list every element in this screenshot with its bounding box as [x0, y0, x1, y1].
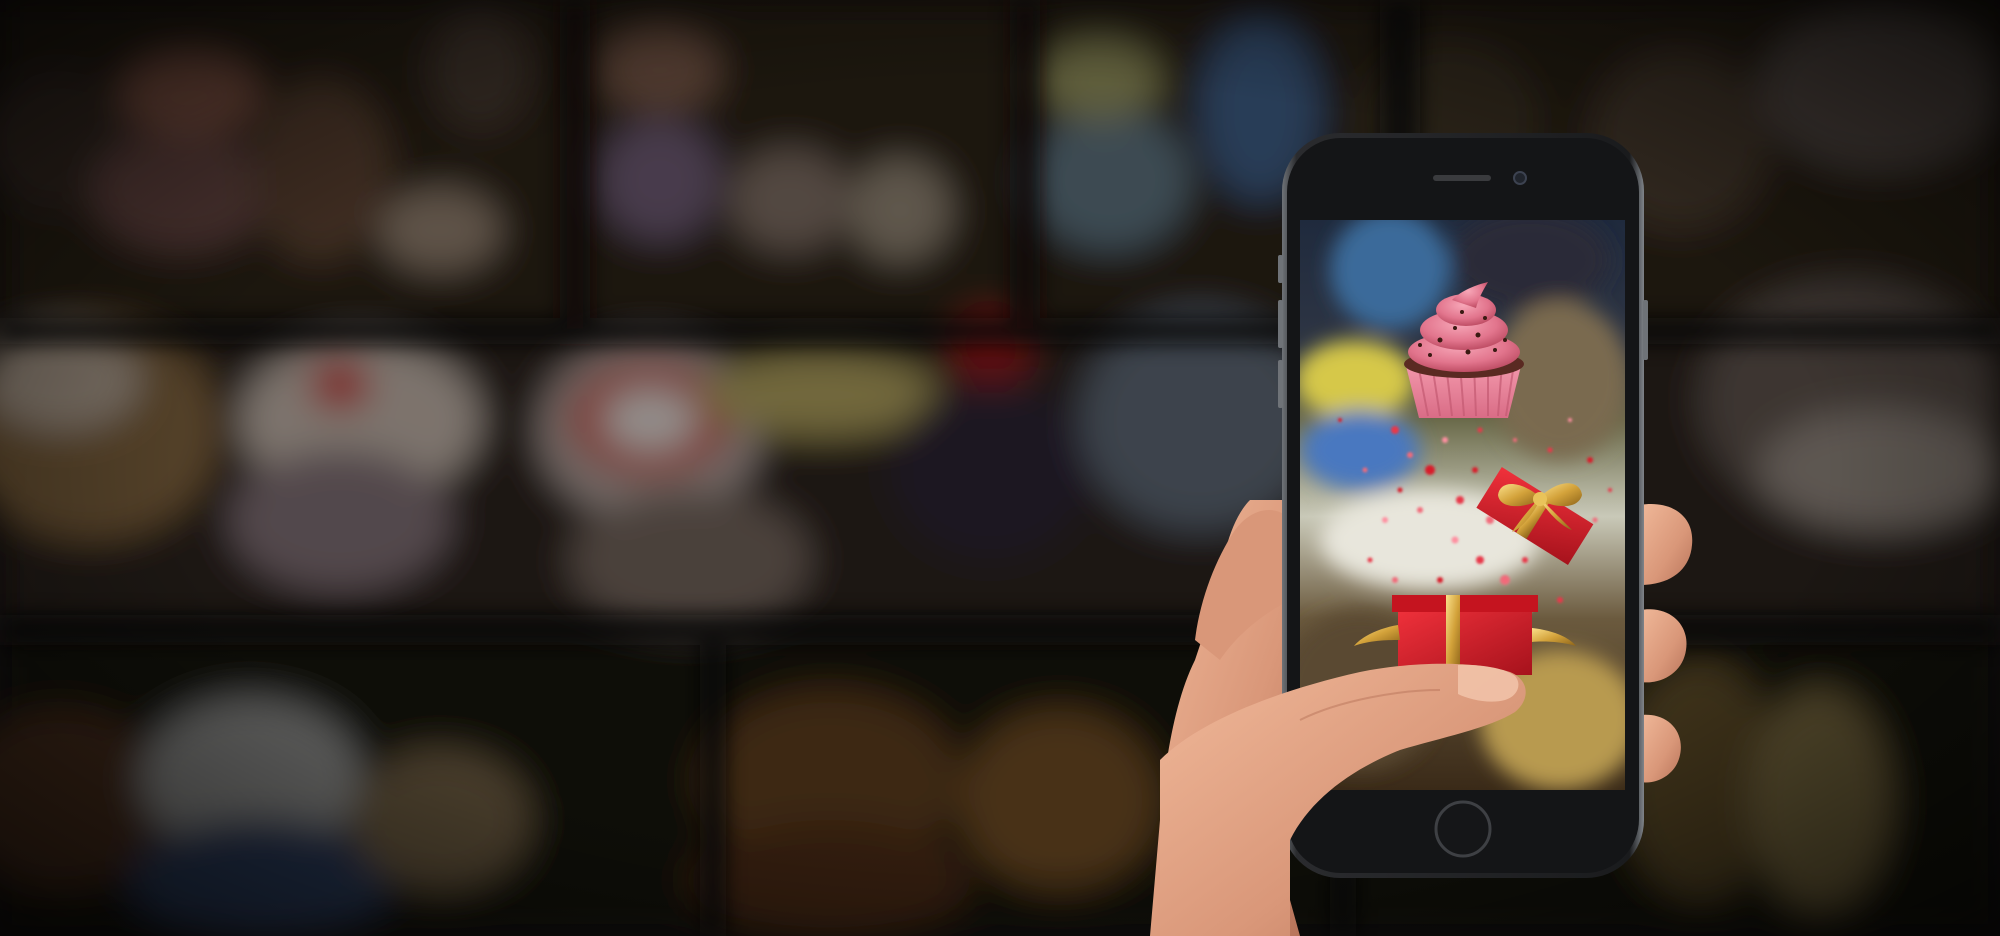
photo-scene	[0, 0, 2000, 936]
earpiece	[1433, 175, 1491, 181]
front-camera-icon	[1513, 171, 1527, 185]
home-button[interactable]	[1434, 800, 1492, 858]
blurred-bakery-background	[0, 0, 2000, 936]
